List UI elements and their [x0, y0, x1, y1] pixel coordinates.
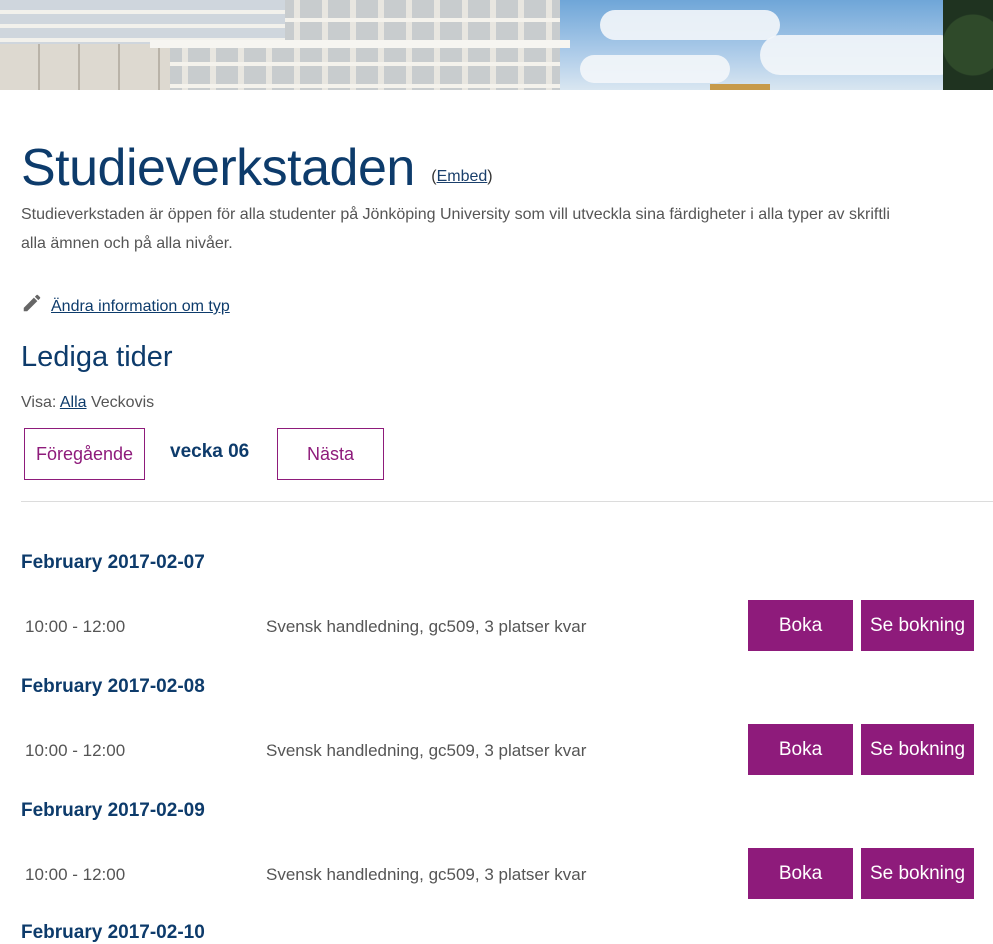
- slot-info: Svensk handledning, gc509, 3 platser kva…: [266, 865, 587, 884]
- page-description: Studieverkstaden är öppen för alla stude…: [21, 200, 993, 258]
- hero-banner-image: [0, 0, 993, 90]
- slot-time: 10:00 - 12:00: [25, 741, 126, 760]
- date-heading: February 2017-02-07: [21, 552, 205, 573]
- description-line-1: Studieverkstaden är öppen för alla stude…: [21, 206, 890, 223]
- view-booking-button[interactable]: Se bokning: [861, 724, 974, 775]
- edit-info-link[interactable]: Ändra information om typ: [51, 298, 230, 316]
- view-weekly-label: Veckovis: [90, 394, 155, 411]
- pencil-icon: [23, 294, 41, 312]
- divider: [21, 501, 993, 502]
- section-title: Lediga tider: [21, 341, 173, 373]
- view-all-link[interactable]: Alla: [60, 394, 87, 411]
- view-booking-button[interactable]: Se bokning: [861, 600, 974, 651]
- slot-info: Svensk handledning, gc509, 3 platser kva…: [266, 741, 587, 760]
- book-button[interactable]: Boka: [748, 600, 853, 651]
- date-heading: February 2017-02-09: [21, 800, 205, 821]
- book-button[interactable]: Boka: [748, 848, 853, 899]
- next-week-button[interactable]: Nästa: [277, 428, 384, 480]
- date-heading: February 2017-02-08: [21, 676, 205, 697]
- view-filter: Visa: Alla Veckovis: [21, 394, 154, 412]
- view-filter-label: Visa:: [21, 394, 57, 411]
- edit-info-row[interactable]: Ändra information om typ: [21, 290, 230, 316]
- page-title: Studieverkstaden: [21, 139, 415, 197]
- slot-time: 10:00 - 12:00: [25, 865, 126, 884]
- book-button[interactable]: Boka: [748, 724, 853, 775]
- view-booking-button[interactable]: Se bokning: [861, 848, 974, 899]
- previous-week-button[interactable]: Föregående: [24, 428, 145, 480]
- date-heading: February 2017-02-10: [21, 922, 205, 943]
- slot-time: 10:00 - 12:00: [25, 617, 126, 636]
- embed-wrapper: (Embed): [431, 168, 493, 185]
- slot-info: Svensk handledning, gc509, 3 platser kva…: [266, 617, 587, 636]
- embed-link[interactable]: Embed: [437, 168, 488, 185]
- week-label: vecka 06: [170, 441, 250, 462]
- page-title-row: Studieverkstaden (Embed): [21, 138, 493, 198]
- description-line-2: alla ämnen och på alla nivåer.: [21, 235, 233, 252]
